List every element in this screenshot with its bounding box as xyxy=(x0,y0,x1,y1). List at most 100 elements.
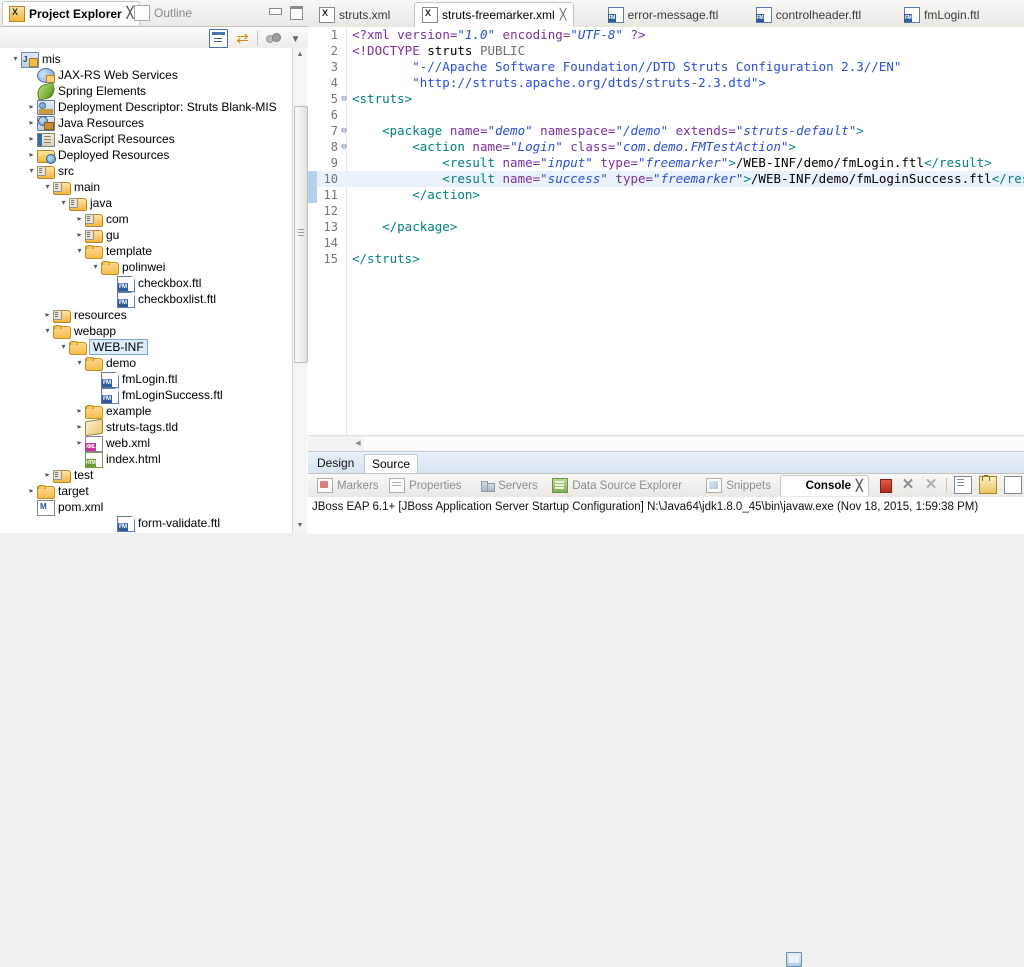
tree-item-example[interactable]: example xyxy=(0,403,308,419)
editor-tab-error-message-ftl[interactable]: error-message.ftl xyxy=(601,2,726,27)
tab-project-explorer[interactable]: Project Explorer ╳ xyxy=(2,1,140,25)
tree-item-demo[interactable]: demo xyxy=(0,355,308,371)
expand-arrow-icon[interactable] xyxy=(26,115,37,131)
view-menu-icon[interactable]: ▼ xyxy=(287,30,304,47)
tree-item-web-xml[interactable]: web.xml xyxy=(0,435,308,451)
tree-item-src[interactable]: src xyxy=(0,163,308,179)
console-tab-console[interactable]: Console╳ xyxy=(780,475,869,496)
expand-arrow-icon[interactable] xyxy=(26,131,37,147)
source-editor[interactable]: 1<?xml version="1.0" encoding="UTF-8" ?>… xyxy=(308,27,1024,451)
editor-tab-controlheader-ftl[interactable]: controlheader.ftl xyxy=(749,2,868,27)
tree-item-jax-rs-web-services[interactable]: JAX-RS Web Services xyxy=(0,67,308,83)
editor-tab-struts-xml[interactable]: struts.xml xyxy=(312,2,397,27)
remove-all-terminated-icon[interactable]: ✕ xyxy=(923,477,939,493)
tree-item-struts-tags-tld[interactable]: struts-tags.tld xyxy=(0,419,308,435)
code-line-12[interactable]: 12 xyxy=(308,203,1024,219)
code-line-2[interactable]: 2<!DOCTYPE struts PUBLIC xyxy=(308,43,1024,59)
expand-arrow-icon[interactable] xyxy=(74,435,85,451)
tree-item-fmloginsuccess-ftl[interactable]: fmLoginSuccess.ftl xyxy=(0,387,308,403)
code-line-11[interactable]: 11 </action> xyxy=(308,187,1024,203)
expand-arrow-icon[interactable] xyxy=(10,51,21,67)
tab-source[interactable]: Source xyxy=(364,454,418,474)
console-tab-servers[interactable]: Servers xyxy=(475,475,543,496)
scroll-down-arrow[interactable]: ▼ xyxy=(293,519,307,533)
tree-item-java[interactable]: java xyxy=(0,195,308,211)
tree-item-pom-xml[interactable]: pom.xml xyxy=(0,499,308,515)
code-line-1[interactable]: 1<?xml version="1.0" encoding="UTF-8" ?> xyxy=(308,27,1024,43)
code-line-13[interactable]: 13 </package> xyxy=(308,219,1024,235)
project-tree[interactable]: misJAX-RS Web ServicesSpring Elements Dep… xyxy=(0,48,309,533)
code-line-6[interactable]: 6 xyxy=(308,107,1024,123)
code-line-14[interactable]: 14 xyxy=(308,235,1024,251)
tree-item-com[interactable]: com xyxy=(0,211,308,227)
code-line-3[interactable]: 3 "-//Apache Software Foundation//DTD St… xyxy=(308,59,1024,75)
close-icon[interactable]: ╳ xyxy=(560,10,567,21)
tree-item-deployed-resources[interactable]: Deployed Resources xyxy=(0,147,308,163)
scroll-up-arrow[interactable]: ▲ xyxy=(293,48,307,62)
expand-arrow-icon[interactable] xyxy=(74,227,85,243)
tab-outline[interactable]: Outline xyxy=(128,1,198,25)
code-line-5[interactable]: 5⊖<struts> xyxy=(308,91,1024,107)
scrollbar-thumb[interactable] xyxy=(294,106,308,363)
expand-arrow-icon[interactable] xyxy=(26,483,37,499)
console-tab-markers[interactable]: Markers xyxy=(312,475,384,496)
console-tab-data-source-explorer[interactable]: Data Source Explorer xyxy=(547,475,687,496)
tree-item-index-html[interactable]: index.html xyxy=(0,451,308,467)
remove-launch-icon[interactable]: ✕ xyxy=(900,477,916,493)
expand-arrow-icon[interactable] xyxy=(74,211,85,227)
console-tab-properties[interactable]: Properties xyxy=(384,475,466,496)
fold-toggle-icon[interactable]: ⊖ xyxy=(339,123,349,139)
code-content[interactable]: 1<?xml version="1.0" encoding="UTF-8" ?>… xyxy=(308,27,1024,451)
scroll-lock-icon[interactable] xyxy=(979,476,997,494)
editor-horizontal-scrollbar[interactable]: ◀ xyxy=(308,435,1024,451)
collapse-all-icon[interactable] xyxy=(209,29,228,48)
tree-item-mis[interactable]: mis xyxy=(0,51,308,67)
tree-item-gu[interactable]: gu xyxy=(0,227,308,243)
expand-arrow-icon[interactable] xyxy=(42,179,53,195)
expand-arrow-icon[interactable] xyxy=(42,467,53,483)
maximize-button[interactable] xyxy=(289,5,303,18)
tree-item-javascript-resources[interactable]: JavaScript Resources xyxy=(0,131,308,147)
console-tab-snippets[interactable]: Snippets xyxy=(701,475,776,496)
scroll-left-arrow[interactable]: ◀ xyxy=(352,436,364,451)
editor-tab-struts-freemarker-xml[interactable]: struts-freemarker.xml╳ xyxy=(414,2,574,27)
tree-item-java-resources[interactable]: Java Resources xyxy=(0,115,308,131)
tree-item-form-validate-ftl[interactable]: form-validate.ftl xyxy=(0,515,308,531)
fold-toggle-icon[interactable]: ⊖ xyxy=(339,91,349,107)
expand-arrow-icon[interactable] xyxy=(42,307,53,323)
code-line-9[interactable]: 9 <result name="input" type="freemarker"… xyxy=(308,155,1024,171)
editor-tab-fmlogin-ftl[interactable]: fmLogin.ftl xyxy=(897,2,986,27)
tree-item-fmlogin-ftl[interactable]: fmLogin.ftl xyxy=(0,371,308,387)
expand-arrow-icon[interactable] xyxy=(58,339,69,355)
tree-item-template[interactable]: template xyxy=(0,243,308,259)
code-line-15[interactable]: 15</struts> xyxy=(308,251,1024,267)
code-line-10[interactable]: 10 <result name="success" type="freemark… xyxy=(308,171,1024,187)
code-line-7[interactable]: 7⊖ <package name="demo" namespace="/demo… xyxy=(308,123,1024,139)
expand-arrow-icon[interactable] xyxy=(74,403,85,419)
expand-arrow-icon[interactable] xyxy=(90,259,101,275)
expand-arrow-icon[interactable] xyxy=(26,99,37,115)
tree-item-checkbox-ftl[interactable]: checkbox.ftl xyxy=(0,275,308,291)
tree-item-resources[interactable]: resources xyxy=(0,307,308,323)
expand-arrow-icon[interactable] xyxy=(42,323,53,339)
close-icon[interactable]: ╳ xyxy=(856,481,863,492)
terminate-icon[interactable] xyxy=(877,477,893,493)
tree-item-checkboxlist-ftl[interactable]: checkboxlist.ftl xyxy=(0,291,308,307)
tree-item-web-inf[interactable]: WEB-INF xyxy=(0,339,308,355)
clear-console-icon[interactable] xyxy=(954,476,972,494)
expand-arrow-icon[interactable] xyxy=(26,147,37,163)
tree-item-target[interactable]: target xyxy=(0,483,308,499)
code-line-4[interactable]: 4 "http://struts.apache.org/dtds/struts-… xyxy=(308,75,1024,91)
expand-arrow-icon[interactable] xyxy=(74,419,85,435)
link-with-editor-icon[interactable]: ⇄ xyxy=(234,30,251,47)
tree-item-spring-elements[interactable]: Spring Elements xyxy=(0,83,308,99)
tree-item-webapp[interactable]: webapp xyxy=(0,323,308,339)
hscroll-track[interactable] xyxy=(364,437,1024,450)
tree-item-main[interactable]: main xyxy=(0,179,308,195)
minimize-button[interactable] xyxy=(268,5,282,18)
expand-arrow-icon[interactable] xyxy=(74,355,85,371)
expand-arrow-icon[interactable] xyxy=(58,195,69,211)
fold-toggle-icon[interactable]: ⊖ xyxy=(339,139,349,155)
tree-item-polinwei[interactable]: polinwei xyxy=(0,259,308,275)
focus-on-active-task-icon[interactable] xyxy=(264,30,281,47)
